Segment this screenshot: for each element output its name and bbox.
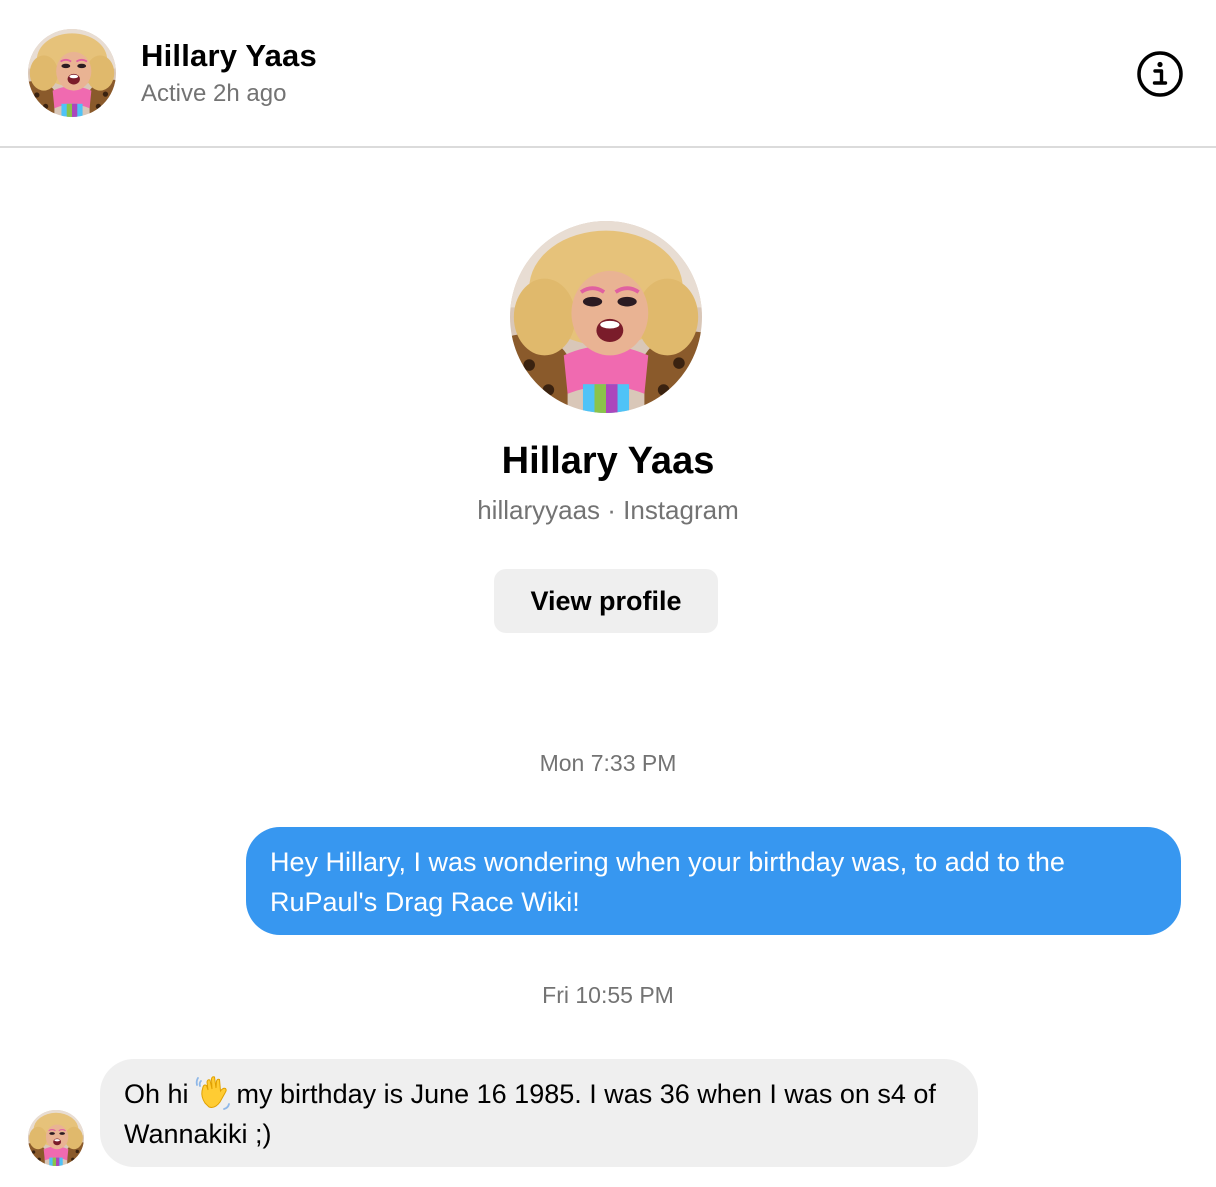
- message-text-part: my birthday is June 16 1985. I was 36 wh…: [124, 1079, 936, 1149]
- outgoing-message-bubble[interactable]: Hey Hillary, I was wondering when your b…: [246, 827, 1181, 935]
- profile-avatar[interactable]: [510, 221, 702, 413]
- message-text: Hey Hillary, I was wondering when your b…: [270, 847, 1065, 917]
- view-profile-button[interactable]: View profile: [494, 569, 718, 633]
- profile-name: Hillary Yaas: [501, 440, 715, 482]
- header-contact-name[interactable]: Hillary Yaas: [141, 38, 317, 74]
- message-timestamp: Fri 10:55 PM: [542, 982, 674, 1008]
- info-icon[interactable]: [1136, 50, 1184, 98]
- message-text-part: Oh hi: [124, 1079, 189, 1109]
- incoming-message-bubble[interactable]: Oh hi my birthday is June 16 1985. I was…: [100, 1059, 978, 1167]
- conversation-header: Hillary Yaas Active 2h ago: [0, 0, 1216, 148]
- profile-username-platform: hillaryyaas · Instagram: [477, 495, 739, 525]
- header-active-status: Active 2h ago: [141, 80, 287, 107]
- header-avatar[interactable]: [28, 29, 116, 117]
- waving-hand-icon: [195, 1076, 230, 1110]
- dm-thread-window: Hillary Yaas Active 2h ago Hillary Yaas …: [0, 0, 1216, 1187]
- sender-avatar[interactable]: [28, 1110, 84, 1166]
- message-timestamp: Mon 7:33 PM: [539, 750, 677, 776]
